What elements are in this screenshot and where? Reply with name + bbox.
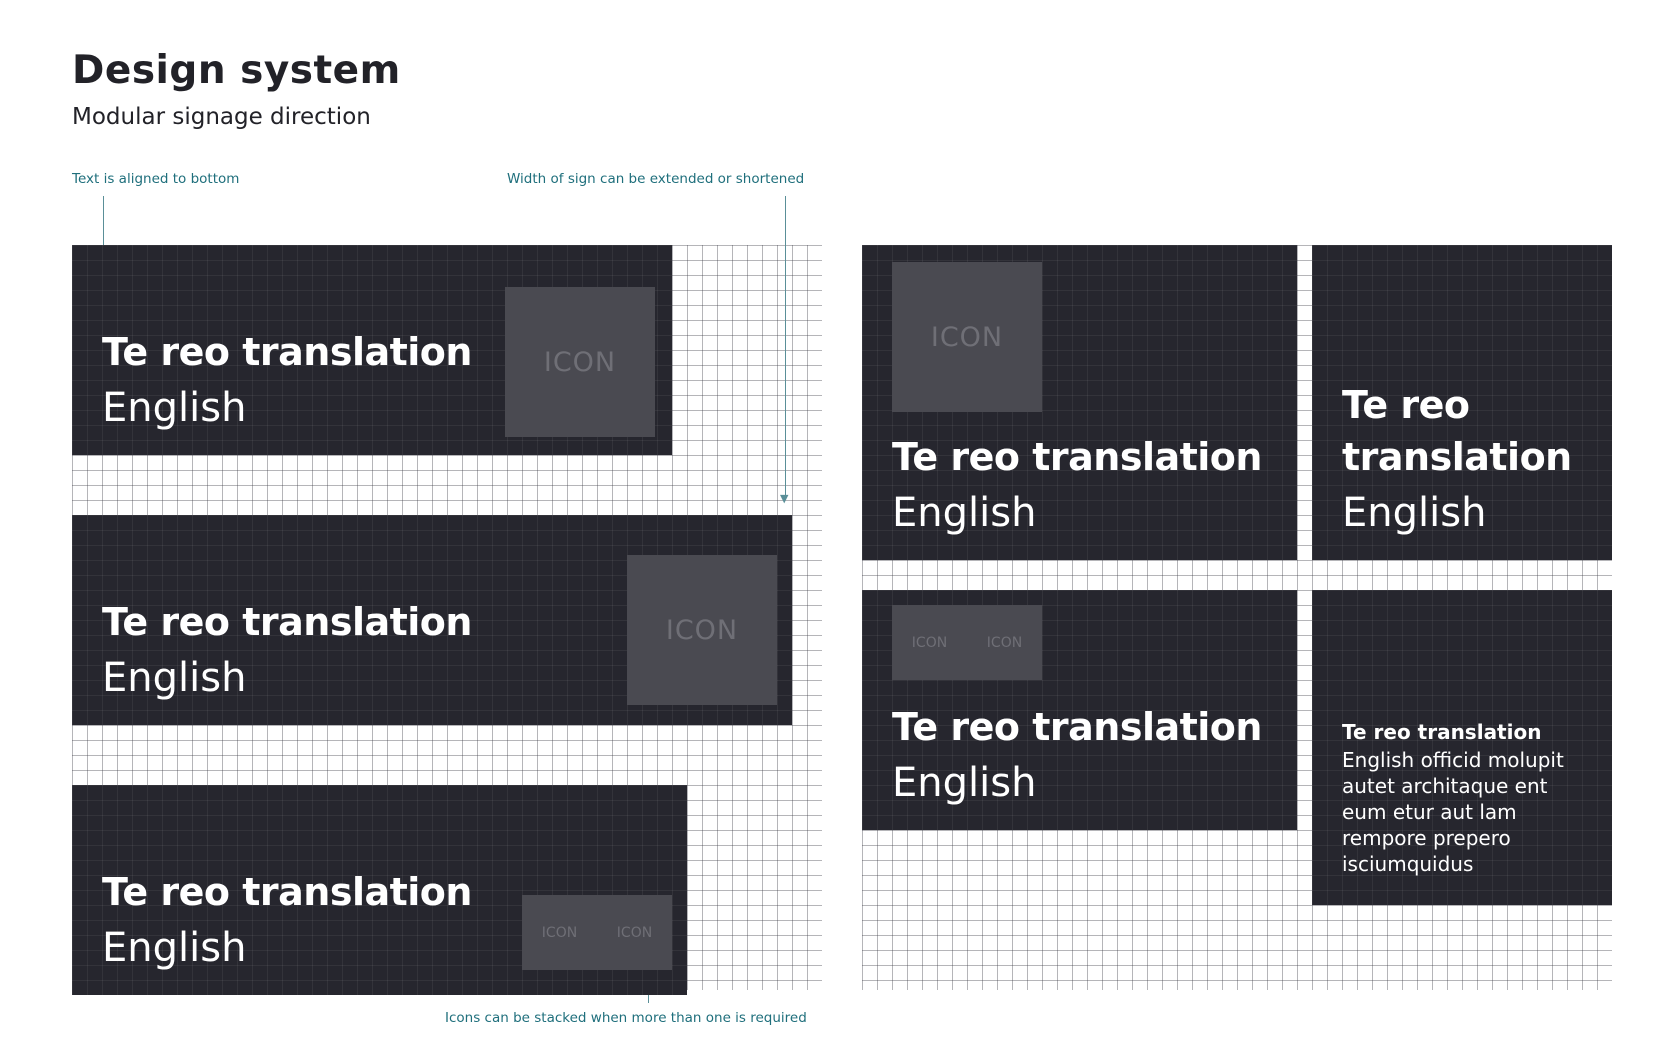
sign-paragraph: Te reo translation English officid molup… xyxy=(1312,590,1612,905)
annotation-icons-stacked: Icons can be stacked when more than one … xyxy=(445,1010,807,1026)
sign-te-reo-text: Te reo translation xyxy=(102,600,472,644)
sign-te-reo-text: Te reo translation xyxy=(102,870,472,914)
sign-horizontal-extended: Te reo translation English ICON xyxy=(72,515,792,725)
icon-placeholder: ICON xyxy=(986,634,1023,651)
annotation-text-aligned: Text is aligned to bottom xyxy=(72,171,240,187)
arrowhead-down-icon: ▼ xyxy=(780,492,789,505)
page-title: Design system xyxy=(72,48,401,93)
page-subtitle: Modular signage direction xyxy=(72,104,371,130)
sign-english-text: English xyxy=(892,760,1037,806)
sign-horizontal-double-icon: Te reo translation English ICON ICON xyxy=(72,785,687,995)
sign-paragraph-body: English officid molupit autet architaque… xyxy=(1342,748,1564,876)
icon-placeholder: ICON xyxy=(911,634,948,651)
sign-horizontal-short: Te reo translation English ICON xyxy=(72,245,672,455)
sign-english-text: English xyxy=(102,655,247,701)
icon-placeholder: ICON xyxy=(616,924,653,941)
sign-te-reo-line-1: Te reo xyxy=(1342,383,1470,427)
icon-stack: ICON ICON xyxy=(892,605,1042,680)
leader-line-width-extend xyxy=(785,196,786,500)
sign-paragraph-title: Te reo translation xyxy=(1342,720,1542,744)
sign-english-text: English xyxy=(892,490,1037,536)
icon-placeholder: ICON xyxy=(541,924,578,941)
sign-te-reo-text: Te reo translation xyxy=(102,330,472,374)
icon-stack: ICON ICON xyxy=(522,895,672,970)
sign-english-text: English xyxy=(1342,490,1487,536)
sign-te-reo-text: Te reo translation xyxy=(892,435,1262,479)
sign-english-text: English xyxy=(102,925,247,971)
icon-placeholder: ICON xyxy=(892,262,1042,412)
sign-te-reo-line-2: translation xyxy=(1342,435,1572,479)
sign-te-reo-text: Te reo translation xyxy=(892,705,1262,749)
grid-background-gap-1 xyxy=(72,455,822,515)
icon-placeholder: ICON xyxy=(627,555,777,705)
sign-square-icon-top: ICON Te reo translation English xyxy=(862,245,1297,560)
annotation-width-extend: Width of sign can be extended or shorten… xyxy=(507,171,805,187)
icon-placeholder: ICON xyxy=(505,287,655,437)
sign-square-double-icon-top: ICON ICON Te reo translation English xyxy=(862,590,1297,830)
sign-english-text: English xyxy=(102,385,247,431)
sign-narrow-wrapped: Te reo translation English xyxy=(1312,245,1612,560)
grid-background-gap-2 xyxy=(72,725,822,785)
